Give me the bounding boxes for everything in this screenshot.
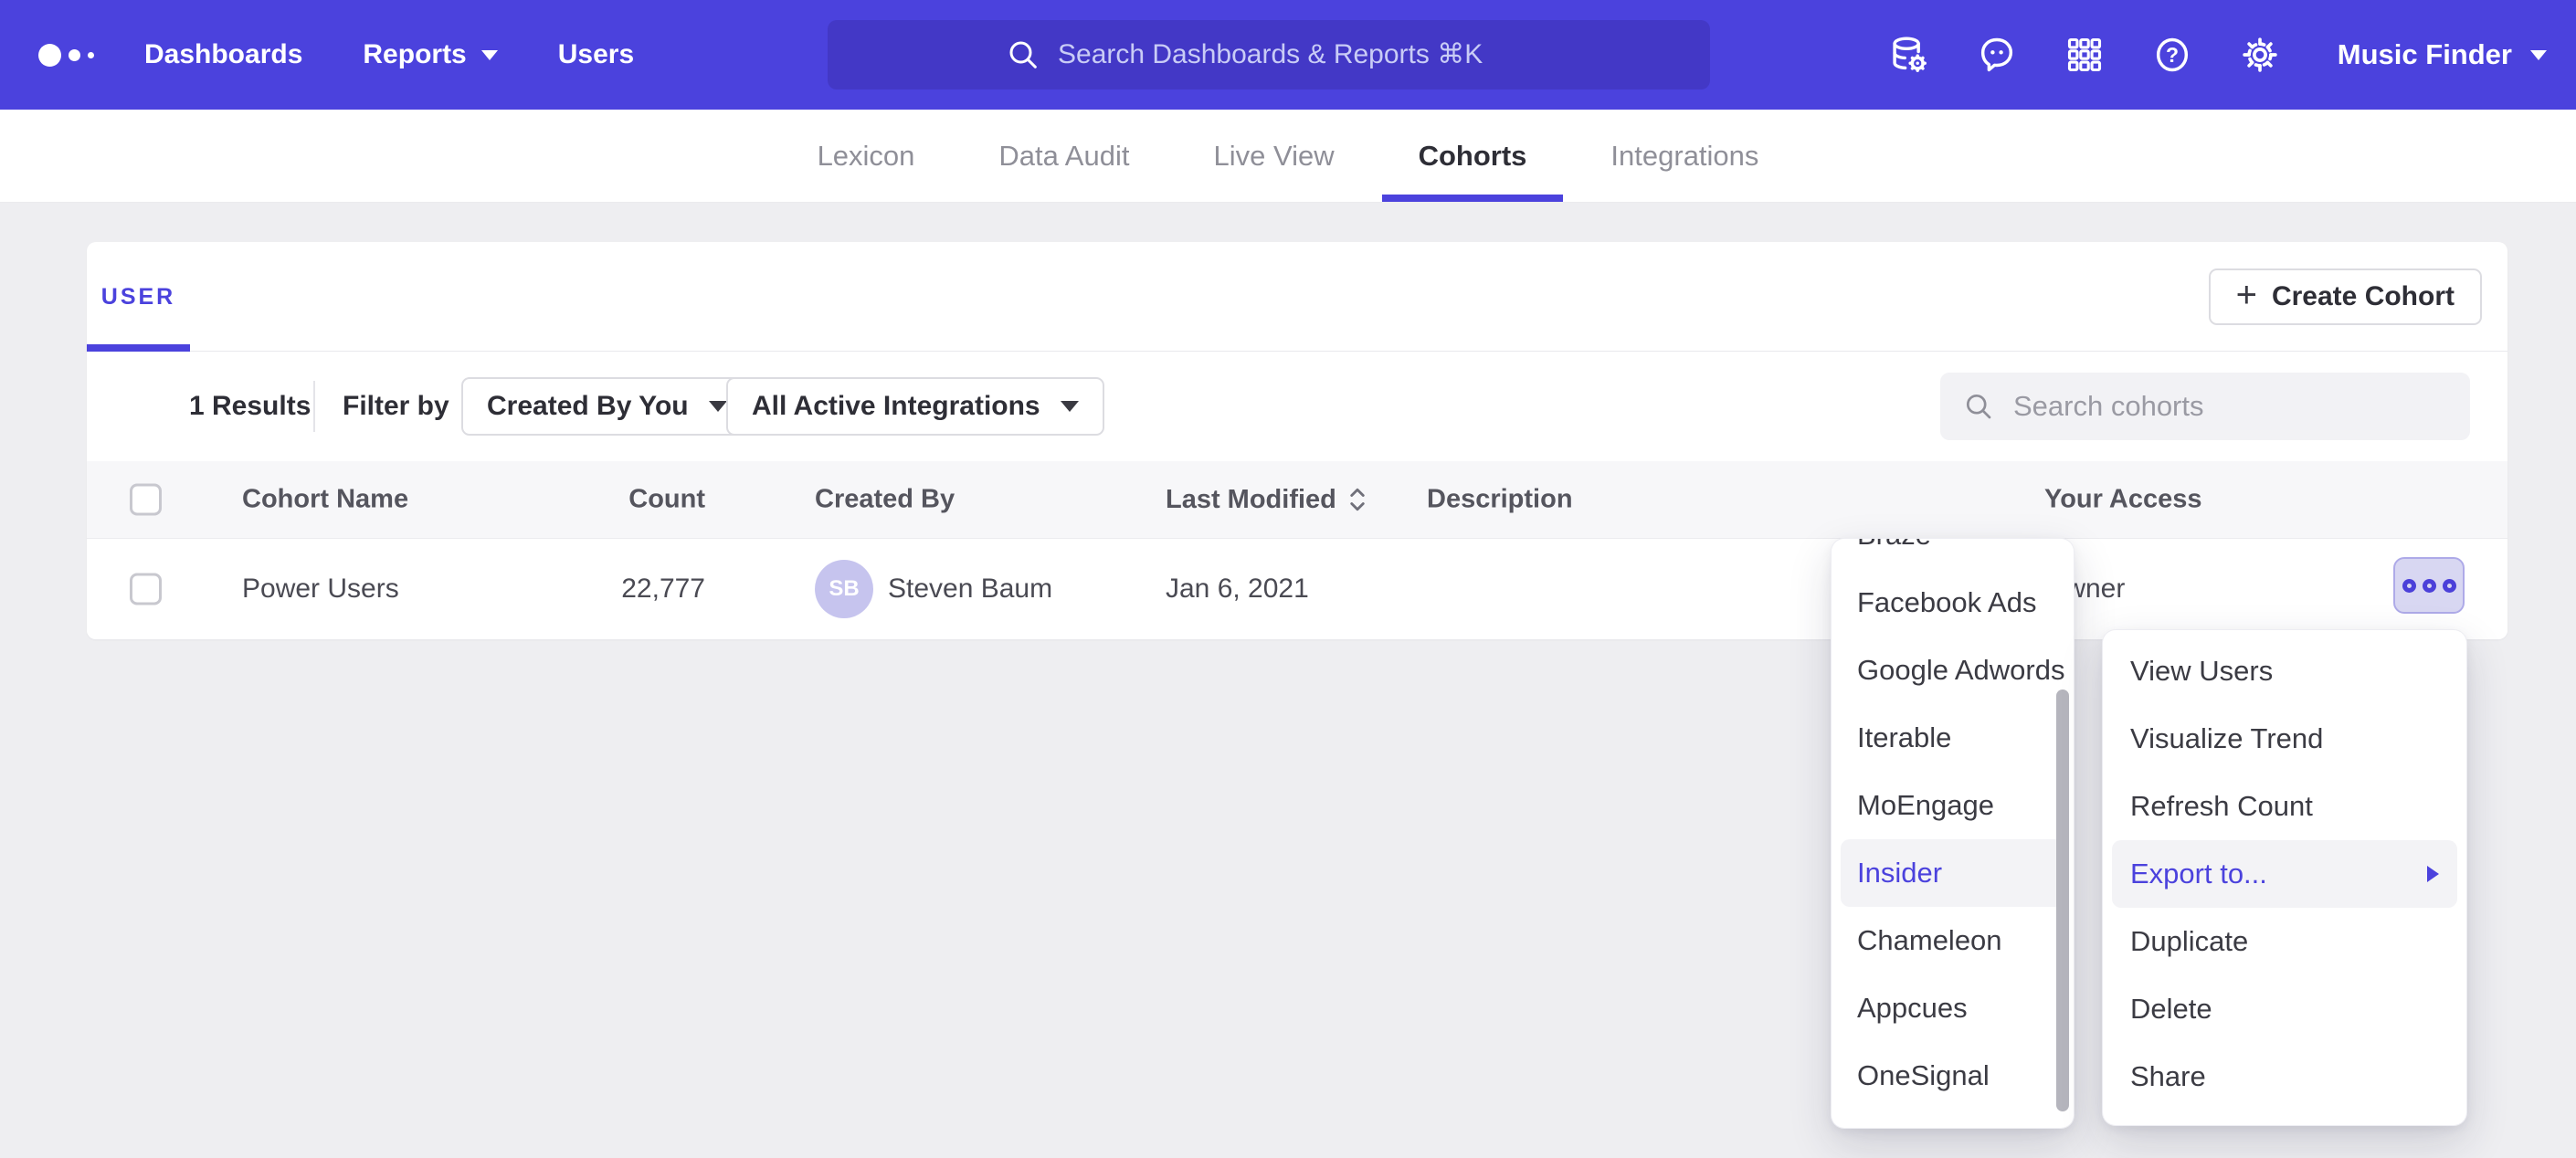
export-target-insider[interactable]: Insider [1841, 839, 2064, 907]
search-icon [1962, 390, 1995, 423]
feedback-icon[interactable] [1976, 34, 2018, 76]
export-target-google-adwords[interactable]: Google Adwords [1832, 637, 2074, 704]
submenu-scrollbar-thumb[interactable] [2056, 690, 2069, 1111]
avatar: SB [815, 560, 873, 618]
chevron-down-icon [1061, 401, 1079, 412]
settings-gear-icon[interactable] [2239, 34, 2281, 76]
table-row: Power Users 22,777 SB Steven Baum Jan 6,… [87, 539, 2507, 639]
menu-item-delete[interactable]: Delete [2103, 975, 2466, 1043]
column-your-access: Your Access [2044, 485, 2201, 515]
filter-label: Created By You [487, 391, 689, 422]
export-target-iterable[interactable]: Iterable [1832, 704, 2074, 772]
nav-item-reports[interactable]: Reports [363, 39, 497, 70]
top-nav: Dashboards Reports Users [0, 0, 2576, 110]
last-modified-date: Jan 6, 2021 [1166, 574, 1309, 605]
row-checkbox[interactable] [130, 574, 162, 605]
results-count: 1 Results [189, 391, 311, 422]
table-header: Cohort Name Count Created By Last Modifi… [87, 461, 2507, 539]
cohort-name-link[interactable]: Power Users [242, 574, 399, 605]
cohort-search[interactable] [1940, 373, 2470, 440]
submenu-arrow-icon [2427, 866, 2439, 882]
user-tab-label: USER [101, 284, 175, 311]
nav-item-label: Dashboards [144, 39, 302, 70]
divider [313, 381, 315, 432]
tab-label: Live View [1213, 140, 1334, 173]
tab-label: Integrations [1610, 140, 1758, 173]
column-created-by: Created By [815, 485, 955, 515]
cohort-count: 22,777 [480, 574, 705, 605]
filter-created-by-dropdown[interactable]: Created By You [461, 377, 753, 436]
menu-item-refresh-count[interactable]: Refresh Count [2103, 773, 2466, 840]
create-cohort-label: Create Cohort [2272, 281, 2455, 312]
help-icon[interactable]: ? [2151, 34, 2193, 76]
data-management-icon[interactable] [1888, 34, 1930, 76]
global-search[interactable] [828, 20, 1710, 89]
cohort-search-input[interactable] [2013, 390, 2433, 423]
export-target-facebook-ads[interactable]: Facebook Ads [1832, 569, 2074, 637]
search-icon [1005, 37, 1041, 73]
global-search-input[interactable] [1058, 39, 1533, 70]
nav-right-cluster: ? Music Finder [1888, 0, 2547, 110]
export-target-appcues[interactable]: Appcues [1832, 974, 2074, 1042]
menu-item-visualize-trend[interactable]: Visualize Trend [2103, 705, 2466, 773]
project-switcher[interactable]: Music Finder [2338, 38, 2547, 71]
mixpanel-logo-icon[interactable] [38, 44, 97, 67]
export-target-braze[interactable]: Braze [1832, 539, 2074, 569]
svg-text:?: ? [2166, 43, 2179, 67]
row-context-menu: View Users Visualize Trend Refresh Count… [2103, 630, 2466, 1125]
row-actions-kebab-button[interactable] [2393, 557, 2465, 614]
tab-cohorts[interactable]: Cohorts [1382, 110, 1564, 202]
nav-item-label: Users [558, 39, 634, 70]
filter-label: All Active Integrations [752, 391, 1040, 422]
chevron-down-icon [481, 50, 498, 60]
tab-label: Data Audit [998, 140, 1129, 173]
kebab-dot-icon [2402, 579, 2416, 593]
export-target-moengage[interactable]: MoEngage [1832, 772, 2074, 839]
filter-by-label: Filter by [343, 391, 449, 422]
chevron-down-icon [2530, 50, 2547, 60]
user-tab-indicator [87, 344, 190, 352]
active-tab-indicator [1382, 195, 1564, 202]
column-count: Count [480, 485, 705, 515]
chevron-down-icon [709, 401, 727, 412]
section-tabs: Lexicon Data Audit Live View Cohorts Int… [0, 110, 2576, 203]
sort-icon [1347, 484, 1367, 515]
menu-item-duplicate[interactable]: Duplicate [2103, 908, 2466, 975]
export-target-onesignal[interactable]: OneSignal [1832, 1042, 2074, 1110]
tab-lexicon[interactable]: Lexicon [781, 110, 952, 202]
project-name: Music Finder [2338, 38, 2512, 71]
kebab-dot-icon [2423, 579, 2436, 593]
column-cohort-name: Cohort Name [242, 485, 408, 515]
filter-integrations-dropdown[interactable]: All Active Integrations [726, 377, 1104, 436]
select-all-checkbox[interactable] [130, 484, 162, 516]
menu-item-label: Export to... [2130, 858, 2267, 890]
create-cohort-button[interactable]: + Create Cohort [2209, 268, 2482, 325]
apps-grid-icon[interactable] [2064, 34, 2106, 76]
filter-toolbar: 1 Results Filter by Created By You All A… [87, 352, 2507, 461]
cohort-type-tab-user[interactable]: USER [87, 242, 190, 352]
primary-nav: Dashboards Reports Users [144, 39, 634, 70]
tab-live-view[interactable]: Live View [1177, 110, 1370, 202]
menu-item-view-users[interactable]: View Users [2103, 637, 2466, 705]
tab-label: Lexicon [818, 140, 915, 173]
menu-item-share[interactable]: Share [2103, 1043, 2466, 1111]
plus-icon: + [2236, 277, 2257, 313]
export-target-chameleon[interactable]: Chameleon [1832, 907, 2074, 974]
created-by-name: Steven Baum [888, 574, 1052, 605]
menu-item-export-to[interactable]: Export to... [2112, 840, 2457, 908]
tab-label: Cohorts [1419, 140, 1527, 173]
tab-integrations[interactable]: Integrations [1574, 110, 1795, 202]
nav-item-dashboards[interactable]: Dashboards [144, 39, 302, 70]
cohorts-card: USER + Create Cohort 1 Results Filter by… [87, 242, 2507, 639]
tab-data-audit[interactable]: Data Audit [962, 110, 1166, 202]
nav-item-label: Reports [363, 39, 466, 70]
export-submenu: Braze Facebook Ads Google Adwords Iterab… [1832, 539, 2074, 1128]
column-description: Description [1427, 485, 1573, 515]
nav-item-users[interactable]: Users [558, 39, 634, 70]
column-label: Last Modified [1166, 485, 1336, 515]
column-last-modified[interactable]: Last Modified [1166, 484, 1367, 515]
card-header: USER + Create Cohort [87, 242, 2507, 352]
kebab-dot-icon [2443, 579, 2456, 593]
